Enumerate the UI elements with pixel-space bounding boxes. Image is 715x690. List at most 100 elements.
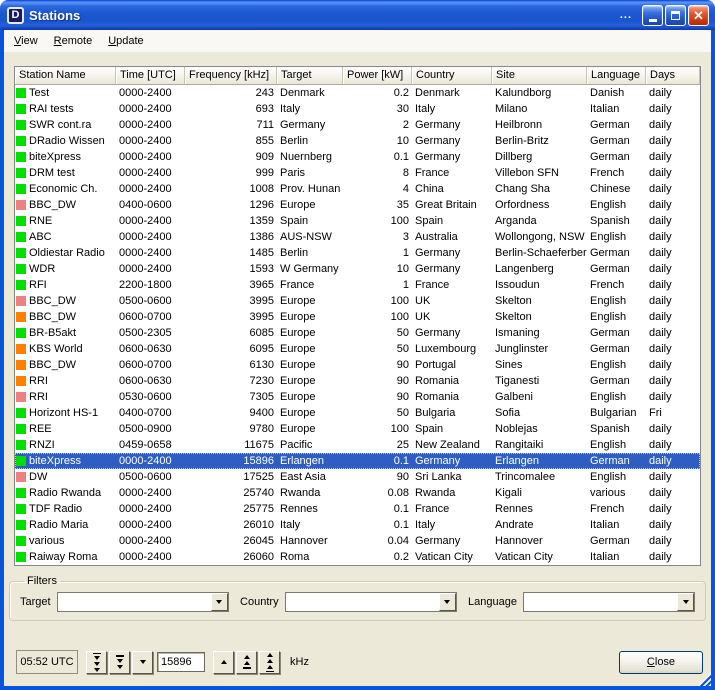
cell-target: Paris xyxy=(277,165,343,181)
country-dropdown-button[interactable] xyxy=(439,593,456,611)
table-row[interactable]: Test0000-2400243Denmark0.2DenmarkKalundb… xyxy=(15,85,700,101)
frequency-unit-label: kHz xyxy=(290,656,309,668)
cell-time: 0000-2400 xyxy=(116,485,185,501)
table-row[interactable]: RNZI0459-065811675Pacific25New ZealandRa… xyxy=(15,437,700,453)
cell-power: 0.1 xyxy=(343,149,412,165)
cell-days: daily xyxy=(646,245,700,261)
table-row[interactable]: ABC0000-24001386AUS-NSW3AustraliaWollong… xyxy=(15,229,700,245)
table-row[interactable]: KBS World0600-06306095Europe50Luxembourg… xyxy=(15,341,700,357)
table-row[interactable]: various0000-240026045Hannover0.04Germany… xyxy=(15,533,700,549)
table-row[interactable]: RRI0600-06307230Europe90RomaniaTiganesti… xyxy=(15,373,700,389)
cell-language: German xyxy=(587,117,646,133)
cell-time: 0000-2400 xyxy=(116,453,185,469)
table-row[interactable]: Horizont HS-10400-07009400Europe50Bulgar… xyxy=(15,405,700,421)
column-header-power-kw[interactable]: Power [kW] xyxy=(343,67,412,85)
table-row[interactable]: RRI0530-06007305Europe90RomaniaGalbeniEn… xyxy=(15,389,700,405)
target-filter-group: Target xyxy=(20,592,229,612)
cell-time: 0600-0630 xyxy=(116,373,185,389)
frequency-input[interactable] xyxy=(157,652,205,672)
cell-language: French xyxy=(587,165,646,181)
cell-site: Orfordness xyxy=(492,197,587,213)
cell-days: daily xyxy=(646,533,700,549)
column-header-language[interactable]: Language xyxy=(587,67,646,85)
table-row[interactable]: DRM test0000-2400999Paris8FranceVillebon… xyxy=(15,165,700,181)
language-filter-combo[interactable] xyxy=(523,592,695,612)
table-row[interactable]: BBC_DW0600-07003995Europe100UKSkeltonEng… xyxy=(15,309,700,325)
page-down-frequency-button[interactable] xyxy=(109,651,130,674)
status-color-icon xyxy=(16,408,26,418)
cell-language: English xyxy=(587,389,646,405)
cell-country: Germany xyxy=(412,245,492,261)
table-row[interactable]: Raiway Roma0000-240026060Roma0.2Vatican … xyxy=(15,549,700,565)
table-row[interactable]: Radio Rwanda0000-240025740Rwanda0.08Rwan… xyxy=(15,485,700,501)
table-row[interactable]: WDR0000-24001593W Germany10GermanyLangen… xyxy=(15,261,700,277)
titlebar[interactable]: D Stations ... ✕ xyxy=(0,0,715,30)
table-row[interactable]: TDF Radio0000-240025775Rennes0.1FranceRe… xyxy=(15,501,700,517)
column-header-days[interactable]: Days xyxy=(646,67,700,85)
table-row[interactable]: REE0500-09009780Europe100SpainNoblejasSp… xyxy=(15,421,700,437)
menu-remote[interactable]: Remote xyxy=(46,32,101,50)
station-name: REE xyxy=(29,421,52,437)
cell-country: Luxembourg xyxy=(412,341,492,357)
minimize-button[interactable] xyxy=(642,5,663,26)
cell-days: daily xyxy=(646,197,700,213)
cell-language: Bulgarian xyxy=(587,405,646,421)
table-row[interactable]: RAI tests0000-2400693Italy30ItalyMilanoI… xyxy=(15,101,700,117)
language-dropdown-button[interactable] xyxy=(677,593,694,611)
cell-time: 0600-0700 xyxy=(116,309,185,325)
country-filter-value[interactable] xyxy=(286,593,439,611)
cell-station-name: RNZI xyxy=(15,437,116,453)
column-header-frequency-khz[interactable]: Frequency [kHz] xyxy=(185,67,277,85)
cell-language: Italian xyxy=(587,101,646,117)
column-header-target[interactable]: Target xyxy=(277,67,343,85)
close-window-button[interactable]: ✕ xyxy=(688,5,709,26)
table-row[interactable]: DW0500-060017525East Asia90Sri LankaTrin… xyxy=(15,469,700,485)
jump-to-lowest-frequency-button[interactable] xyxy=(86,651,107,674)
page-up-frequency-button[interactable] xyxy=(236,651,257,674)
cell-site: Dillberg xyxy=(492,149,587,165)
cell-site: Kalundborg xyxy=(492,85,587,101)
cell-days: daily xyxy=(646,453,700,469)
cell-country: Australia xyxy=(412,229,492,245)
table-row[interactable]: Radio Maria0000-240026010Italy0.1ItalyAn… xyxy=(15,517,700,533)
country-filter-combo[interactable] xyxy=(285,592,457,612)
close-button[interactable]: Close xyxy=(619,651,703,674)
cell-days: daily xyxy=(646,293,700,309)
table-row[interactable]: Economic Ch.0000-24001008Prov. Hunan4Chi… xyxy=(15,181,700,197)
jump-to-highest-frequency-button[interactable] xyxy=(259,651,280,674)
target-filter-combo[interactable] xyxy=(57,592,229,612)
cell-days: daily xyxy=(646,101,700,117)
column-header-country[interactable]: Country xyxy=(412,67,492,85)
maximize-button[interactable] xyxy=(665,5,686,26)
table-row[interactable]: SWR cont.ra0000-2400711Germany2GermanyHe… xyxy=(15,117,700,133)
target-dropdown-button[interactable] xyxy=(211,593,228,611)
table-row[interactable]: RFI2200-18003965France1FranceIssoudunFre… xyxy=(15,277,700,293)
table-row[interactable]: biteXpress0000-240015896Erlangen0.1Germa… xyxy=(15,453,700,469)
table-row[interactable]: biteXpress0000-2400909Nuernberg0.1German… xyxy=(15,149,700,165)
table-row[interactable]: BBC_DW0400-06001296Europe35Great Britain… xyxy=(15,197,700,213)
maximize-icon xyxy=(671,11,680,20)
table-row[interactable]: BBC_DW0500-06003995Europe100UKSkeltonEng… xyxy=(15,293,700,309)
step-up-frequency-button[interactable] xyxy=(213,651,234,674)
target-filter-value[interactable] xyxy=(58,593,211,611)
cell-time: 0530-0600 xyxy=(116,389,185,405)
cell-power: 90 xyxy=(343,357,412,373)
table-row[interactable]: DRadio Wissen0000-2400855Berlin10Germany… xyxy=(15,133,700,149)
table-row[interactable]: Oldiestar Radio0000-24001485Berlin1Germa… xyxy=(15,245,700,261)
status-color-icon xyxy=(16,328,26,338)
column-header-time-utc[interactable]: Time [UTC] xyxy=(116,67,185,85)
cell-time: 0000-2400 xyxy=(116,165,185,181)
step-down-frequency-button[interactable] xyxy=(132,651,153,674)
column-header-station-name[interactable]: Station Name xyxy=(15,67,116,85)
menu-view[interactable]: View xyxy=(6,32,46,50)
cell-country: Germany xyxy=(412,533,492,549)
column-header-site[interactable]: Site xyxy=(492,67,587,85)
table-row[interactable]: RNE0000-24001359Spain100SpainArgandaSpan… xyxy=(15,213,700,229)
menu-update[interactable]: Update xyxy=(100,32,151,50)
cell-target: Europe xyxy=(277,357,343,373)
status-color-icon xyxy=(16,520,26,530)
table-row[interactable]: BBC_DW0600-07006130Europe90PortugalSines… xyxy=(15,357,700,373)
table-row[interactable]: BR-B5akt0500-23056085Europe50GermanyIsma… xyxy=(15,325,700,341)
cell-freq: 6130 xyxy=(185,357,277,373)
language-filter-value[interactable] xyxy=(524,593,677,611)
